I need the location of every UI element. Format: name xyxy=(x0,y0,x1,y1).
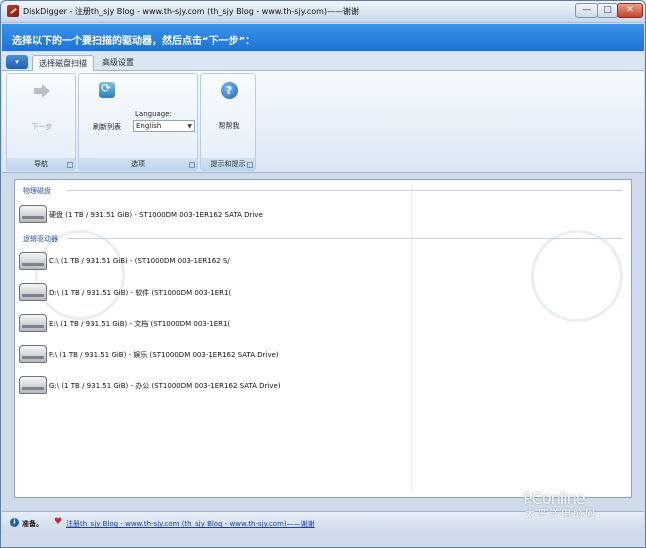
drive-label: G:\ (1 TB / 931.51 GiB) - 办公 (ST1000DM 0… xyxy=(49,382,281,390)
watermark-subtitle: 太平洋电脑网 xyxy=(525,509,597,520)
drive-label: D:\ (1 TB / 931.51 GiB) - 软件 (ST1000DM 0… xyxy=(49,289,232,297)
refresh-icon xyxy=(99,81,115,98)
language-value: English xyxy=(136,122,162,130)
section-divider xyxy=(67,190,623,191)
status-text: 准备。 xyxy=(22,520,43,528)
ribbon-group-navigation: 下一步 导航 xyxy=(6,73,76,171)
chevron-down-icon: ▼ xyxy=(187,123,192,130)
ribbon-tab-bar: ▾ 选择磁盘扫描 高级设置 xyxy=(2,52,644,71)
banner-text: 选择以下的一个要扫描的驱动器，然后点击“下一步”： xyxy=(12,36,256,47)
refresh-list-label: 刷新列表 xyxy=(93,123,121,131)
drive-list-panel: 物理磁盘 硬盘 (1 TB / 931.51 GiB) - ST1000DM 0… xyxy=(14,179,632,498)
drive-item-physical-disk[interactable]: 硬盘 (1 TB / 931.51 GiB) - ST1000DM 003-1E… xyxy=(19,203,419,225)
refresh-list-button[interactable]: 刷新列表 xyxy=(87,80,127,132)
hard-drive-icon xyxy=(19,205,47,223)
drive-item-d[interactable]: D:\ (1 TB / 931.51 GiB) - 软件 (ST1000DM 0… xyxy=(19,281,419,303)
drive-label: 硬盘 (1 TB / 931.51 GiB) - ST1000DM 003-1E… xyxy=(49,211,263,219)
ribbon-panel: 下一步 导航 刷新列表 Language: English ▼ 选项 ? 帮帮我… xyxy=(2,71,644,173)
minimize-button[interactable]: — xyxy=(575,3,598,18)
panel-divider xyxy=(411,184,412,492)
group-label-navigation: 导航 xyxy=(7,158,75,170)
section-divider xyxy=(67,238,623,239)
app-window: DiskDigger - 注册th_sjy Blog - www.th-sjy.… xyxy=(0,0,646,548)
diskdigger-app-icon xyxy=(7,5,19,17)
ribbon-group-options: 刷新列表 Language: English ▼ 选项 xyxy=(78,73,198,171)
dialog-launcher-icon[interactable] xyxy=(247,162,253,168)
instruction-banner: 选择以下的一个要扫描的驱动器，然后点击“下一步”： xyxy=(2,24,644,51)
language-label: Language: xyxy=(135,110,172,118)
drive-item-f[interactable]: F:\ (1 TB / 931.51 GiB) - 娱乐 (ST1000DM 0… xyxy=(19,343,419,365)
hard-drive-icon xyxy=(19,376,47,394)
logical-drives-label: 逻辑驱动器 xyxy=(23,235,58,243)
help-icon: ? xyxy=(220,82,238,99)
tab-advanced-settings[interactable]: 高级设置 xyxy=(96,55,140,71)
arrow-right-icon xyxy=(34,84,50,98)
dialog-launcher-icon[interactable] xyxy=(189,162,195,168)
help-button[interactable]: ? 帮帮我 xyxy=(207,80,251,131)
next-button[interactable]: 下一步 xyxy=(17,80,67,132)
ribbon-group-help: ? 帮帮我 提示和提示 xyxy=(200,73,256,171)
language-select[interactable]: English ▼ xyxy=(133,120,195,132)
hard-drive-icon xyxy=(19,252,47,270)
maximize-button[interactable]: □ xyxy=(597,3,618,18)
tab-select-disk[interactable]: 选择磁盘扫描 xyxy=(32,55,94,71)
drive-label: E:\ (1 TB / 931.51 GiB) - 文档 (ST1000DM 0… xyxy=(49,320,231,328)
physical-disks-label: 物理磁盘 xyxy=(23,187,51,195)
drive-label: C:\ (1 TB / 931.51 GiB) - (ST1000DM 003-… xyxy=(49,257,230,265)
register-link[interactable]: 注册th_sjy Blog - www.th-sjy.com (th_sjy B… xyxy=(66,519,315,529)
window-bottom-border xyxy=(1,534,645,547)
drive-item-c[interactable]: C:\ (1 TB / 931.51 GiB) - (ST1000DM 003-… xyxy=(19,250,419,272)
dialog-launcher-icon[interactable] xyxy=(67,162,73,168)
hard-drive-icon xyxy=(19,283,47,301)
hard-drive-icon xyxy=(19,314,47,332)
next-button-label: 下一步 xyxy=(31,123,53,131)
group-label-options: 选项 xyxy=(79,158,197,170)
window-title: DiskDigger - 注册th_sjy Blog - www.th-sjy.… xyxy=(23,7,360,16)
hard-drive-icon xyxy=(19,345,47,363)
info-icon: i xyxy=(10,518,19,527)
drive-item-e[interactable]: E:\ (1 TB / 931.51 GiB) - 文档 (ST1000DM 0… xyxy=(19,312,419,334)
close-button[interactable]: ✕ xyxy=(617,3,643,18)
drive-item-g[interactable]: G:\ (1 TB / 931.51 GiB) - 办公 (ST1000DM 0… xyxy=(19,374,419,396)
app-menu-button[interactable]: ▾ xyxy=(6,55,28,69)
drive-label: F:\ (1 TB / 931.51 GiB) - 娱乐 (ST1000DM 0… xyxy=(49,351,279,359)
watermark-circle-right xyxy=(531,230,623,322)
heart-icon: ♥ xyxy=(54,517,63,527)
help-button-label: 帮帮我 xyxy=(218,122,240,130)
title-bar: DiskDigger - 注册th_sjy Blog - www.th-sjy.… xyxy=(1,1,645,23)
